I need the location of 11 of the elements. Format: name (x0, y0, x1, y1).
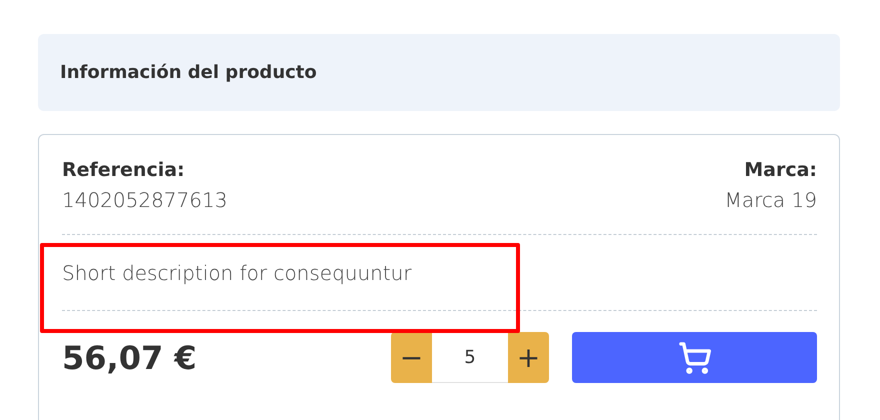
price: 56,07 € (62, 338, 198, 376)
brand-value: Marca 19 (724, 188, 817, 212)
reference-value: 1402052877613 (62, 188, 228, 212)
increase-button[interactable]: + (508, 332, 549, 383)
add-to-cart-button[interactable] (572, 332, 817, 383)
brand-label: Marca: (744, 159, 817, 181)
section-title: Información del producto (60, 62, 317, 83)
decrease-button[interactable]: − (391, 332, 432, 383)
cart-icon (678, 340, 712, 374)
reference-label: Referencia: (62, 159, 185, 181)
short-description: Short description for consequuntur (62, 261, 412, 285)
